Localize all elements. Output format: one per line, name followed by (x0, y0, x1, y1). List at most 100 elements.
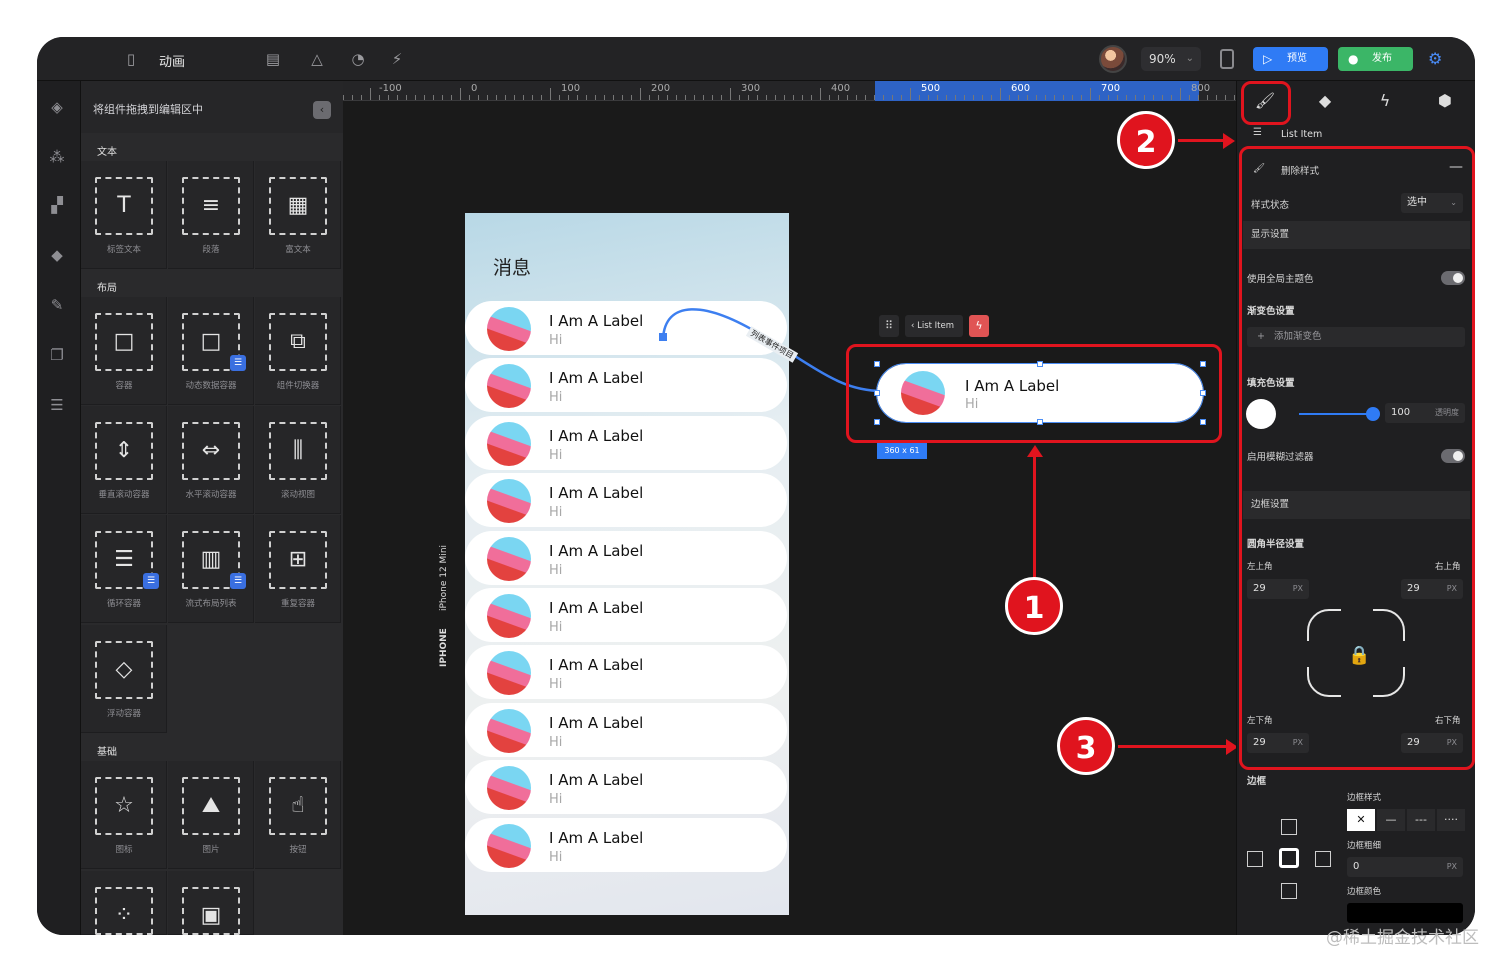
annotation-arrow-2 (1178, 139, 1228, 142)
corner-radius-graphic: 🔒 (1306, 608, 1406, 698)
blocks-icon[interactable]: ⁂ (47, 147, 67, 167)
collapse-style-button[interactable]: — (1449, 159, 1465, 175)
add-gradient-button[interactable]: + 添加渐变色 (1247, 327, 1465, 347)
border-bottom-icon[interactable] (1281, 883, 1297, 899)
fill-color-swatch[interactable] (1246, 399, 1276, 429)
display-settings-section[interactable]: 显示设置 (1243, 221, 1470, 249)
border-right-icon[interactable] (1315, 851, 1331, 867)
editor-canvas[interactable]: -100 0 100 200 300 400 500 600 700 800 i… (343, 81, 1238, 935)
selection-breadcrumb[interactable]: ‹ List Item (905, 315, 963, 337)
component-dynamic-container[interactable]: □ ☰ 动态数据容器 (168, 297, 254, 405)
global-theme-toggle[interactable] (1441, 271, 1465, 285)
component-rich-text[interactable]: ▦ 富文本 (255, 161, 341, 269)
top-bar: ▯ 动画 ▤ △ ◔ ⚡ 90% ⌄ ▷ 预览 ● 发布 ⚙ (37, 37, 1475, 81)
component-button[interactable]: ☝ 按钮 (255, 761, 341, 869)
opacity-input[interactable]: 100 透明度 (1385, 403, 1465, 423)
publish-button[interactable]: ● 发布 (1338, 47, 1413, 71)
annotation-box-1 (846, 344, 1222, 443)
inspector-breadcrumb: List Item (1281, 129, 1323, 140)
radius-top-right-input[interactable]: 29 PX (1401, 579, 1463, 599)
radius-top-left-input[interactable]: 29 PX (1247, 579, 1309, 599)
annotation-arrow-1 (1033, 455, 1036, 583)
connector-line (659, 308, 912, 398)
sidebar-toggle-icon[interactable]: ▯ (121, 49, 141, 69)
border-solid-button[interactable]: — (1377, 809, 1405, 831)
list-icon[interactable]: ☰ (47, 395, 67, 415)
paragraph-icon: ≡ (182, 177, 240, 235)
border-settings-section[interactable]: 边框设置 (1243, 491, 1470, 519)
component-image[interactable]: ⛰ 图片 (168, 761, 254, 869)
left-rail: ◈ ⁂ ▞ ◆ ✎ ❐ ☰ (37, 81, 81, 935)
avatar[interactable] (1099, 45, 1127, 73)
sliders-icon[interactable]: ⚙ (1428, 49, 1442, 68)
style-state-select[interactable]: 选中 ⌄ (1401, 193, 1463, 213)
component-flow-list[interactable]: ▥ ☰ 流式布局列表 (168, 515, 254, 623)
radius-bottom-left-input[interactable]: 29 PX (1247, 733, 1309, 753)
annotation-arrow-3 (1118, 745, 1228, 748)
opacity-slider[interactable] (1299, 413, 1373, 415)
component-loop-container[interactable]: ☰ ☰ 循环容器 (81, 515, 167, 623)
scroll-view-icon: ⫼ (269, 422, 327, 480)
border-top-icon[interactable] (1281, 819, 1297, 835)
component-qrcode[interactable]: ▣ (168, 871, 254, 935)
cube-icon[interactable]: ◈ (47, 97, 67, 117)
component-icon[interactable]: ☆ 图标 (81, 761, 167, 869)
fill-settings-title: 填充色设置 (1247, 378, 1295, 389)
drag-handle-icon[interactable]: ⠿ (879, 315, 899, 337)
blur-filter-label: 启用模糊过滤器 (1247, 452, 1314, 463)
repeat-container-icon: ⊞ (269, 531, 327, 589)
chevron-down-icon: ⌄ (1450, 198, 1457, 207)
component-floating-container[interactable]: ◇ 浮动容器 (81, 625, 167, 733)
layers-icon[interactable]: ◆ (47, 245, 67, 265)
database-icon: ☰ (230, 573, 246, 589)
border-left-icon[interactable] (1247, 851, 1263, 867)
vertical-scroll-icon: ⇕ (95, 422, 153, 480)
blur-filter-toggle[interactable] (1441, 449, 1465, 463)
collapse-panel-button[interactable]: ‹ (313, 101, 331, 119)
lightning-icon[interactable]: ϟ (1373, 89, 1397, 113)
component-repeat-container[interactable]: ⊞ 重复容器 (255, 515, 341, 623)
border-dotted-button[interactable]: ···· (1437, 809, 1465, 831)
section-title-layout: 布局 (97, 283, 117, 294)
border-all-icon[interactable] (1279, 848, 1299, 868)
zoom-select[interactable]: 90% ⌄ (1141, 47, 1201, 71)
text-t-icon: T (95, 177, 153, 235)
pages-icon[interactable]: ❐ (47, 345, 67, 365)
component-scroll-view[interactable]: ⫼ 滚动视图 (255, 406, 341, 514)
border-width-input[interactable]: 0 PX (1347, 857, 1463, 877)
container-icon: □ (95, 313, 153, 371)
lock-icon[interactable]: 🔒 (1348, 645, 1370, 666)
component-switcher[interactable]: ⧉ 组件切换器 (255, 297, 341, 405)
components-icon[interactable]: ◔ (348, 49, 368, 69)
inspector-panel: 🖌 ◆ ϟ ⬢ ☰ List Item 🖌 删除样式 — 样式状态 选中 ⌄ 显示… (1236, 81, 1475, 935)
rich-text-icon: ▦ (269, 177, 327, 235)
shape-icon[interactable]: △ (307, 49, 327, 69)
component-label-text[interactable]: T 标签文本 (81, 161, 167, 269)
component-vertical-scroll[interactable]: ⇕ 垂直滚动容器 (81, 406, 167, 514)
device-icon[interactable] (1220, 49, 1234, 69)
bolt-icon[interactable]: ϟ (969, 315, 989, 337)
diamond-icon[interactable]: ◆ (1313, 89, 1337, 113)
loading-icon: ⁘ (95, 887, 153, 935)
preview-button[interactable]: ▷ 预览 (1253, 47, 1328, 71)
radius-settings-title: 圆角半径设置 (1247, 539, 1305, 550)
component-horizontal-scroll[interactable]: ⇔ 水平滚动容器 (168, 406, 254, 514)
switcher-icon: ⧉ (269, 313, 327, 371)
border-none-button[interactable]: ✕ (1347, 809, 1375, 831)
radius-bottom-right-input[interactable]: 29 PX (1401, 733, 1463, 753)
panel-header-text: 将组件拖拽到编辑区中 (93, 103, 203, 116)
lightning-icon[interactable]: ⚡ (387, 49, 407, 69)
cube-icon[interactable]: ⬢ (1433, 89, 1457, 113)
document-icon[interactable]: ▤ (263, 49, 283, 69)
pin-icon[interactable]: ✎ (47, 295, 67, 315)
border-color-label: 边框颜色 (1347, 887, 1382, 897)
component-paragraph[interactable]: ≡ 段落 (168, 161, 254, 269)
toggle-icon: ● (1348, 52, 1359, 66)
component-container[interactable]: □ 容器 (81, 297, 167, 405)
annotation-1: 1 (1005, 577, 1063, 635)
opacity-slider-knob[interactable] (1366, 407, 1380, 421)
border-dashed-button[interactable]: --- (1407, 809, 1435, 831)
component-loading[interactable]: ⁘ (81, 871, 167, 935)
border-color-swatch[interactable] (1347, 903, 1463, 923)
layout-icon[interactable]: ▞ (47, 195, 67, 215)
